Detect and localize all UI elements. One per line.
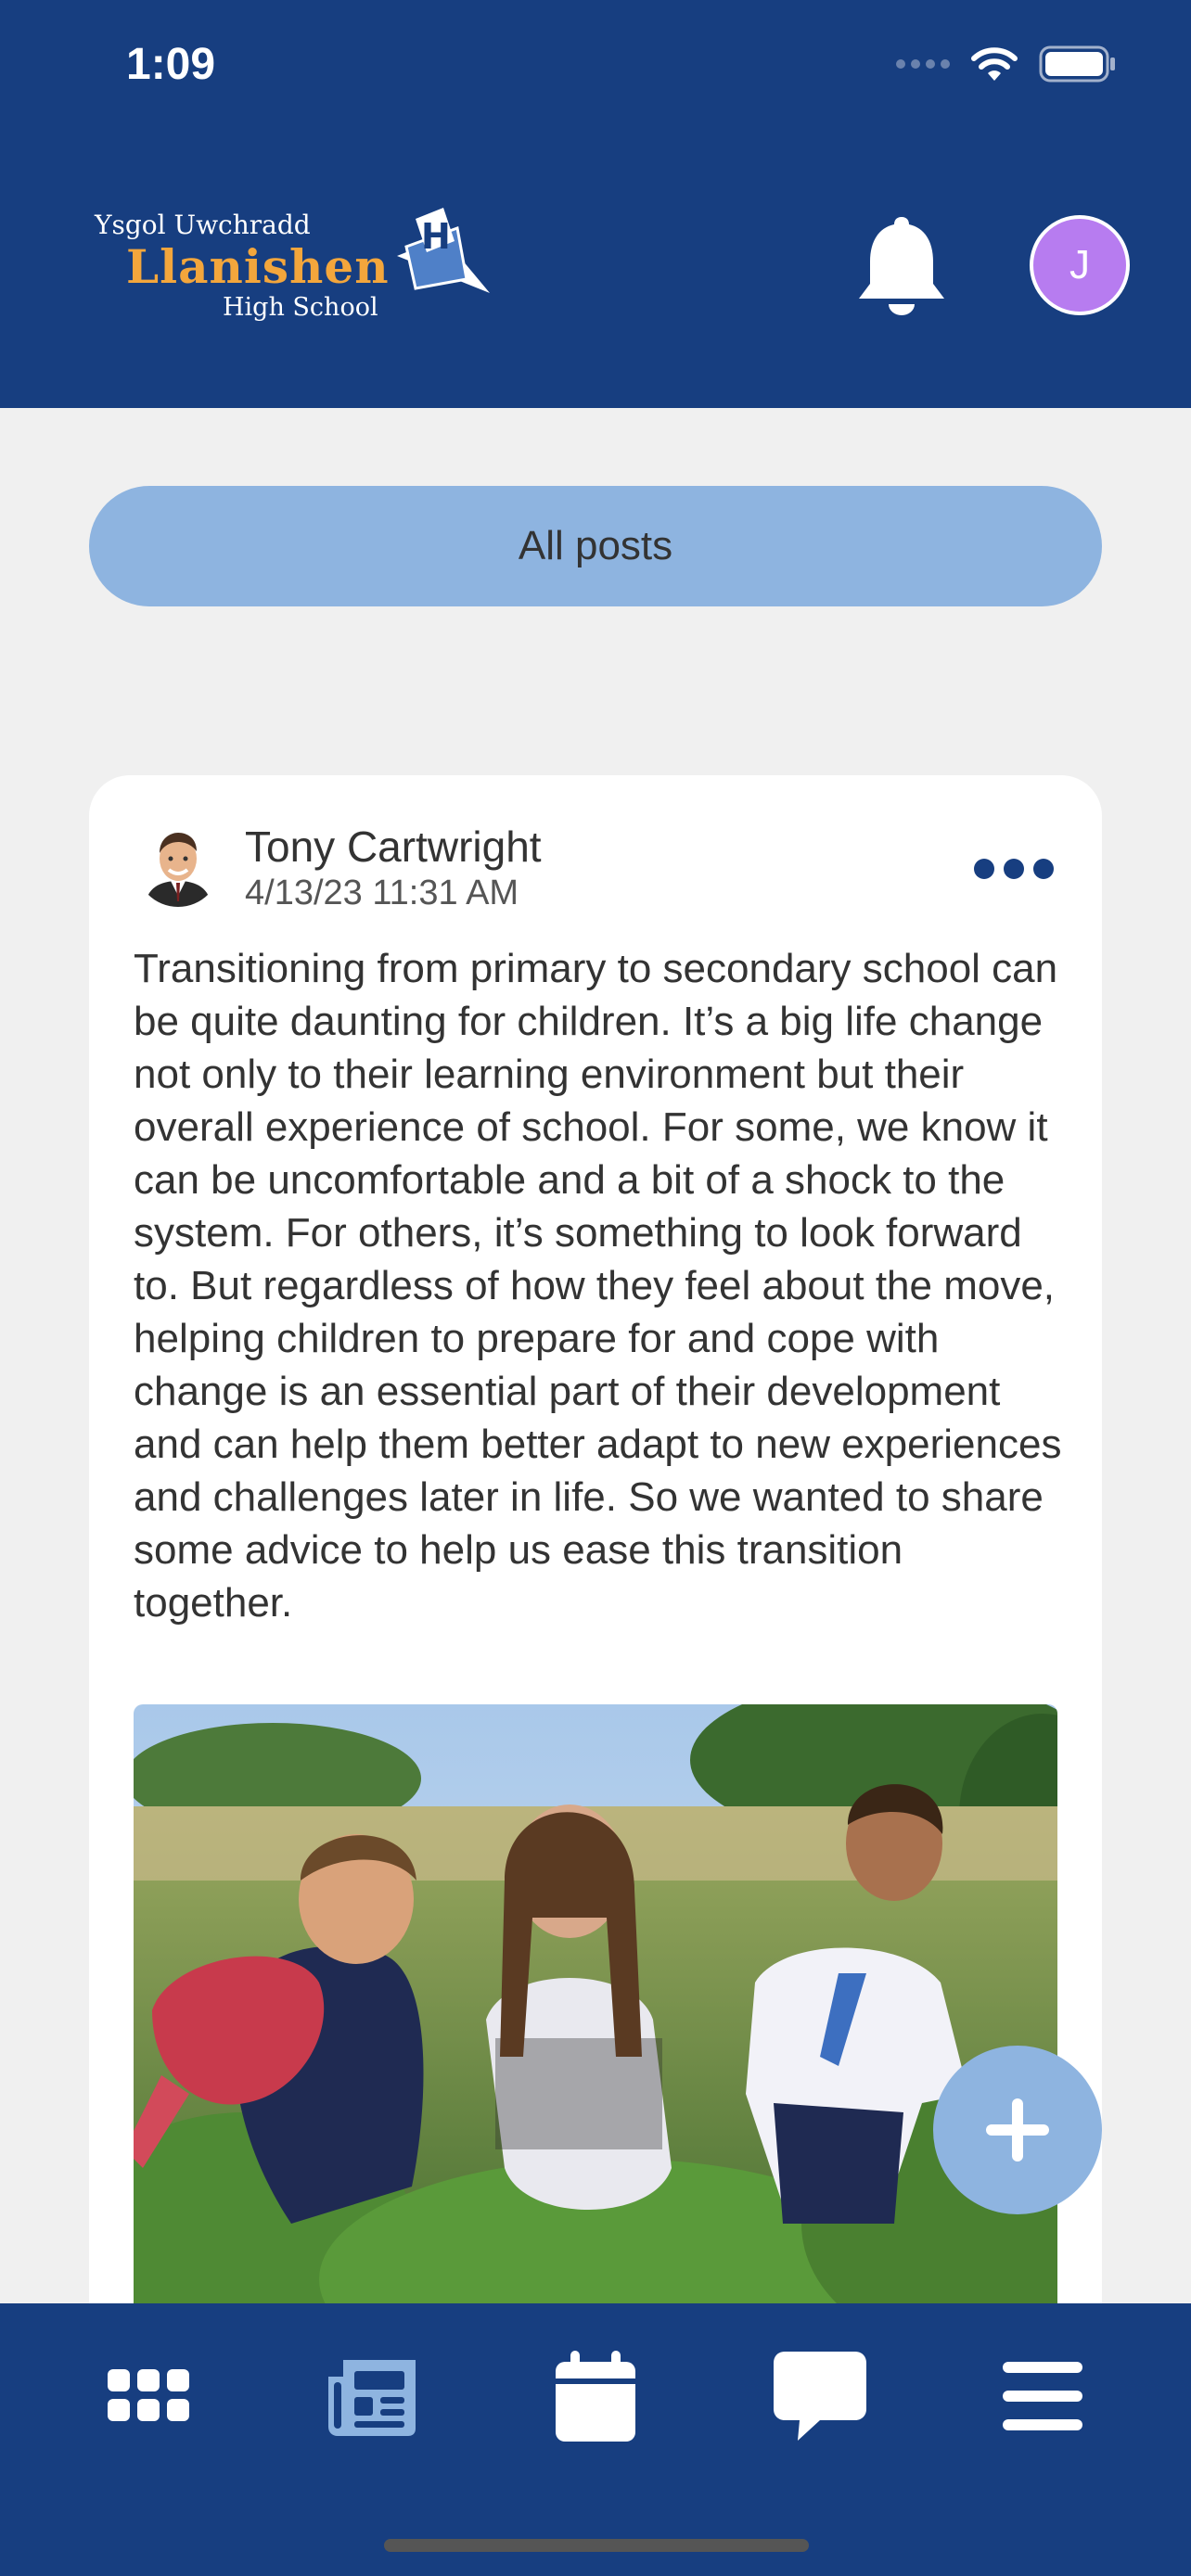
bottom-tab-bar [0,2303,1191,2576]
logo-text-line1: Ysgol Uwchradd [95,210,311,240]
post-photo [134,1704,1057,2352]
post-date: 4/13/23 11:31 AM [245,874,519,912]
home-indicator[interactable] [384,2539,809,2552]
newspaper-icon [328,2360,416,2436]
post-image[interactable] [134,1704,1057,2352]
svg-text:H: H [421,216,451,257]
notifications-bell-icon[interactable] [853,211,950,319]
wifi-icon [971,47,1018,81]
apps-grid-icon [108,2369,189,2421]
battery-icon [1039,45,1115,83]
tab-messages[interactable] [764,2340,876,2452]
signal-icon [896,59,950,69]
all-posts-filter-button[interactable]: All posts [89,486,1102,606]
tab-news[interactable] [317,2340,429,2452]
tab-calendar[interactable] [540,2340,651,2452]
chat-icon [774,2352,866,2441]
menu-icon [1003,2362,1082,2430]
school-logo[interactable]: Ysgol Uwchradd Llanishen High School H [89,197,506,336]
post-body-text: Transitioning from primary to secondary … [134,946,1062,1626]
author-caricature-icon [145,833,211,907]
school-crest-icon: H [397,208,490,293]
author-avatar[interactable] [135,822,221,907]
tab-menu[interactable] [987,2340,1098,2452]
post-more-options-icon[interactable] [974,859,1054,879]
app-header: 1:09 Ysgol Uwchradd Llanishen High Schoo… [0,0,1191,408]
status-icons [896,45,1117,83]
tab-apps[interactable] [93,2340,204,2452]
add-post-button[interactable] [933,2046,1102,2214]
calendar-icon [556,2351,635,2442]
status-time: 1:09 [126,40,216,89]
plus-icon [986,2098,1049,2162]
logo-text-line2: Llanishen [126,239,390,294]
post-author-name: Tony Cartwright [245,823,542,871]
user-avatar[interactable]: J [1030,215,1130,315]
logo-text-line3: High School [223,293,378,322]
